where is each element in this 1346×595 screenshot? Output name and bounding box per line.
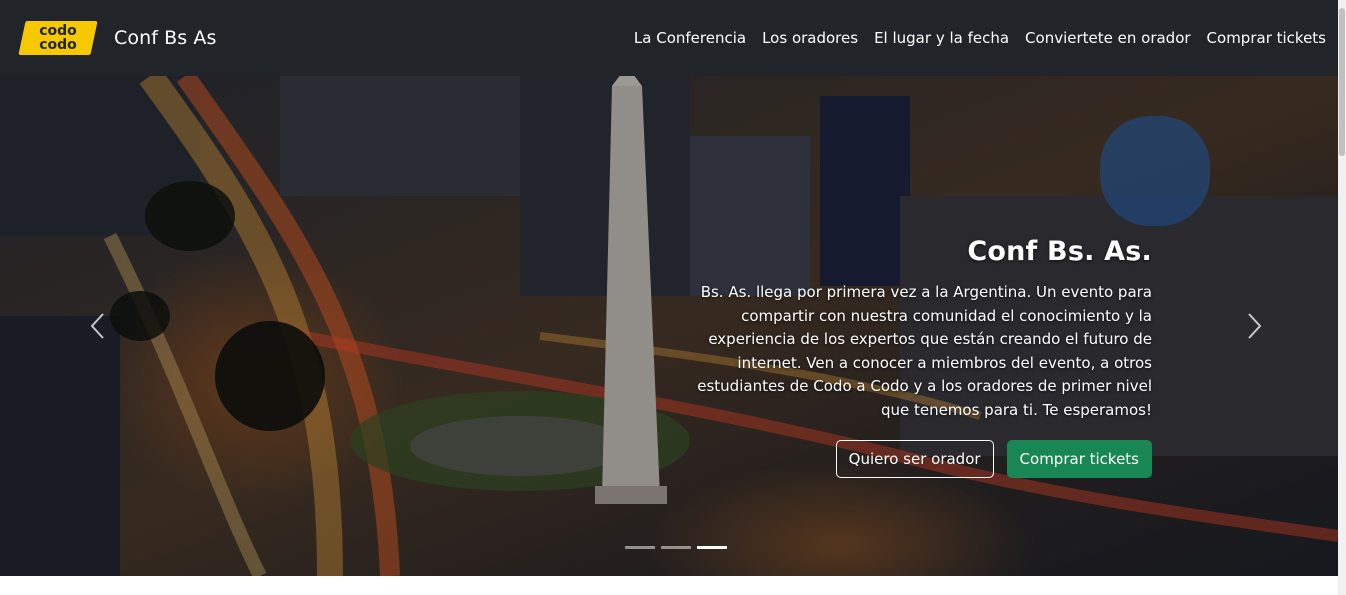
codo-a-codo-logo[interactable]: codo codo: [18, 21, 98, 55]
nav-links: La Conferencia Los oradores El lugar y l…: [634, 29, 1326, 47]
carousel-indicator-1[interactable]: [625, 546, 655, 549]
navbar: codo codo Conf Bs As La Conferencia Los o…: [0, 0, 1338, 76]
hero-buttons: Quiero ser orador Comprar tickets: [672, 440, 1152, 478]
carousel-indicator-2[interactable]: [661, 546, 691, 549]
carousel-indicator-3[interactable]: [697, 546, 727, 549]
nav-link-lugar-fecha[interactable]: El lugar y la fecha: [874, 29, 1009, 47]
hero-description: Bs. As. llega por primera vez a la Argen…: [697, 283, 1152, 419]
chevron-left-icon: [90, 313, 104, 339]
nav-link-los-oradores[interactable]: Los oradores: [762, 29, 858, 47]
hero-carousel: Conf Bs. As. Bs. As. llega por primera v…: [0, 76, 1338, 576]
carousel-indicators: [625, 546, 727, 549]
quiero-ser-orador-button[interactable]: Quiero ser orador: [835, 440, 994, 478]
chevron-right-icon: [1248, 313, 1262, 339]
hero-title: Conf Bs. As.: [967, 236, 1152, 267]
nav-link-la-conferencia[interactable]: La Conferencia: [634, 29, 746, 47]
carousel-caption: Conf Bs. As. Bs. As. llega por primera v…: [672, 236, 1152, 478]
logo-text-bottom: codo: [39, 37, 77, 53]
nav-link-comprar-tickets[interactable]: Comprar tickets: [1207, 29, 1326, 47]
page-scrollbar[interactable]: [1338, 0, 1346, 595]
scrollbar-thumb[interactable]: [1339, 8, 1345, 156]
nav-link-conviertete-orador[interactable]: Conviertete en orador: [1025, 29, 1191, 47]
carousel-next-button[interactable]: [1240, 306, 1270, 346]
comprar-tickets-button[interactable]: Comprar tickets: [1006, 440, 1152, 478]
carousel-prev-button[interactable]: [84, 306, 114, 346]
brand-title[interactable]: Conf Bs As: [114, 27, 217, 49]
